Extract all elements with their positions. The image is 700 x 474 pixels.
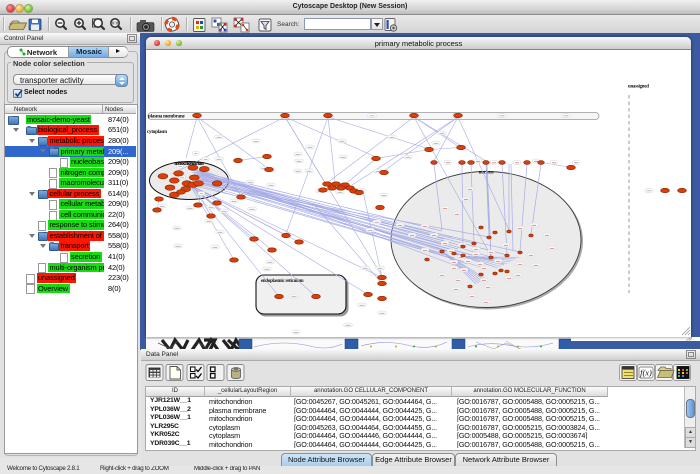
- svg-text:mitochondrion: mitochondrion: [174, 162, 203, 167]
- svg-text:unassigned: unassigned: [628, 85, 649, 90]
- svg-text:cytoplasm: cytoplasm: [147, 130, 168, 135]
- svg-text:f(x): f(x): [640, 368, 652, 378]
- svg-text:plasma membrane: plasma membrane: [148, 115, 186, 120]
